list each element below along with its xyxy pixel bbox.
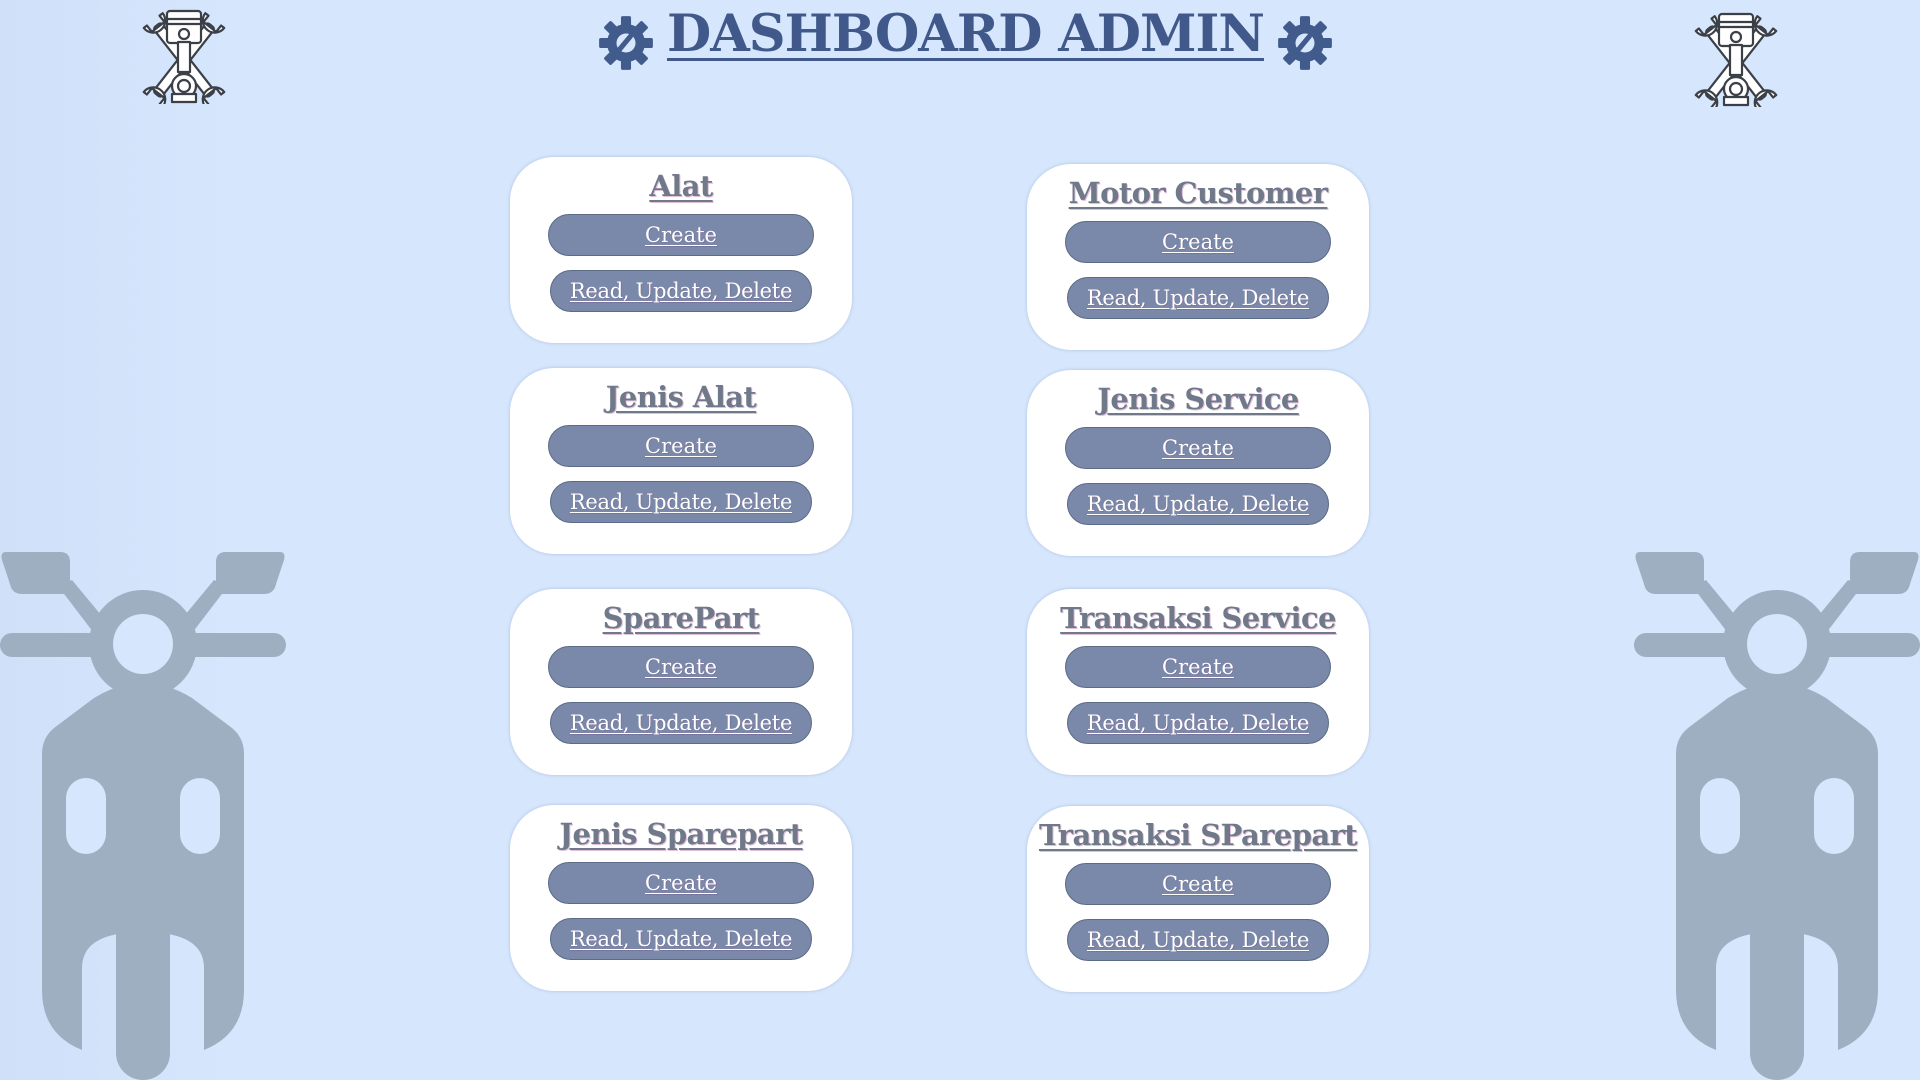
card-sparepart: SparePart Create Read, Update, Delete — [510, 589, 852, 775]
create-button[interactable]: Create — [548, 214, 814, 256]
read-update-delete-button[interactable]: Read, Update, Delete — [1067, 919, 1329, 961]
create-button[interactable]: Create — [1065, 863, 1331, 905]
card-title: Transaksi Service — [1060, 601, 1336, 635]
scooter-icon — [1634, 552, 1920, 1080]
page-title: DASHBOARD ADMIN — [667, 4, 1265, 64]
card-alat: Alat Create Read, Update, Delete — [510, 157, 852, 343]
create-button[interactable]: Create — [1065, 646, 1331, 688]
card-transaksi-sparepart: Transaksi SParepart Create Read, Update,… — [1027, 806, 1369, 992]
card-jenis-alat: Jenis Alat Create Read, Update, Delete — [510, 368, 852, 554]
read-update-delete-button[interactable]: Read, Update, Delete — [550, 918, 812, 960]
create-button[interactable]: Create — [548, 425, 814, 467]
read-update-delete-button[interactable]: Read, Update, Delete — [550, 481, 812, 523]
card-motor-customer: Motor Customer Create Read, Update, Dele… — [1027, 164, 1369, 350]
scooter-icon — [0, 552, 286, 1080]
create-button[interactable]: Create — [548, 862, 814, 904]
read-update-delete-button[interactable]: Read, Update, Delete — [1067, 483, 1329, 525]
card-jenis-service: Jenis Service Create Read, Update, Delet… — [1027, 370, 1369, 556]
read-update-delete-button[interactable]: Read, Update, Delete — [1067, 277, 1329, 319]
card-transaksi-service: Transaksi Service Create Read, Update, D… — [1027, 589, 1369, 775]
card-title: Alat — [649, 169, 713, 203]
card-title: SparePart — [602, 601, 760, 635]
create-button[interactable]: Create — [1065, 427, 1331, 469]
read-update-delete-button[interactable]: Read, Update, Delete — [550, 270, 812, 312]
card-jenis-sparepart: Jenis Sparepart Create Read, Update, Del… — [510, 805, 852, 991]
card-title: Motor Customer — [1068, 176, 1328, 210]
card-title: Jenis Sparepart — [559, 817, 803, 851]
create-button[interactable]: Create — [1065, 221, 1331, 263]
card-title: Transaksi SParepart — [1038, 818, 1358, 852]
read-update-delete-button[interactable]: Read, Update, Delete — [550, 702, 812, 744]
card-title: Jenis Alat — [605, 380, 757, 414]
card-title: Jenis Service — [1097, 382, 1299, 416]
gear-icon — [1277, 15, 1333, 71]
read-update-delete-button[interactable]: Read, Update, Delete — [1067, 702, 1329, 744]
create-button[interactable]: Create — [548, 646, 814, 688]
